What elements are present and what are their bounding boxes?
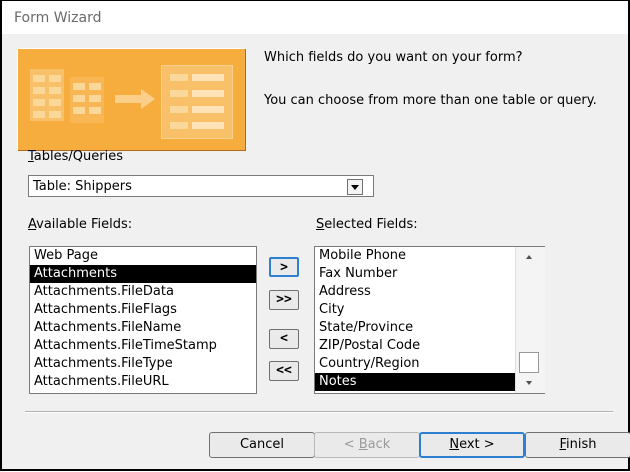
- label-rest: elected Fields:: [324, 217, 418, 232]
- remove-field-button[interactable]: <: [269, 329, 299, 349]
- list-item-selected[interactable]: Attachments: [30, 265, 256, 283]
- wizard-illustration: [17, 48, 245, 150]
- list-item[interactable]: Attachments.FileName: [30, 319, 256, 337]
- available-fields-label: Available Fields:: [28, 217, 132, 232]
- next-label: ext >: [459, 437, 495, 452]
- accesskey: N: [449, 437, 460, 452]
- label-rest: ables/Queries: [33, 149, 123, 164]
- back-button[interactable]: < Back: [314, 432, 420, 458]
- add-field-button[interactable]: >: [269, 257, 299, 277]
- list-item-selected[interactable]: Notes: [315, 373, 544, 391]
- form-wizard-window: Form Wizard Which fields do you want on …: [0, 0, 630, 471]
- finish-button[interactable]: Finish: [525, 432, 630, 458]
- form-graphic: [161, 65, 233, 139]
- scroll-down-icon[interactable]: [526, 381, 532, 385]
- available-fields-list[interactable]: Web Page Attachments Attachments.FileDat…: [29, 246, 257, 394]
- back-prefix: <: [343, 437, 359, 452]
- selected-fields-list[interactable]: Mobile Phone Fax Number Address City Sta…: [314, 246, 545, 394]
- list-item[interactable]: State/Province: [315, 319, 544, 337]
- divider: [25, 411, 613, 413]
- selected-fields-label: Selected Fields:: [316, 217, 418, 232]
- label-rest: vailable Fields:: [36, 217, 133, 232]
- cancel-button[interactable]: Cancel: [209, 432, 315, 458]
- list-item[interactable]: Web Page: [30, 247, 256, 265]
- list-item[interactable]: Fax Number: [315, 265, 544, 283]
- list-item[interactable]: Address: [315, 283, 544, 301]
- selected-fields-scrollbar[interactable]: [515, 247, 545, 393]
- list-item[interactable]: Mobile Phone: [315, 247, 544, 265]
- remove-all-fields-button[interactable]: <<: [269, 361, 299, 381]
- list-item[interactable]: Attachments.FileData: [30, 283, 256, 301]
- arrow-right-icon: [115, 89, 155, 109]
- tables-queries-label: Tables/Queries: [28, 149, 123, 164]
- accesskey: B: [358, 437, 368, 452]
- wizard-question: Which fields do you want on your form?: [264, 50, 523, 65]
- scrollbar-thumb[interactable]: [519, 352, 539, 373]
- list-item[interactable]: Attachments.FileFlags: [30, 301, 256, 319]
- table-graphic: [70, 77, 104, 123]
- list-item[interactable]: Attachments.FileTimeStamp: [30, 337, 256, 355]
- list-item[interactable]: ZIP/Postal Code: [315, 337, 544, 355]
- list-item[interactable]: Attachments.FileType: [30, 355, 256, 373]
- scroll-up-icon[interactable]: [526, 255, 532, 259]
- tables-queries-combobox[interactable]: Table: Shippers: [28, 175, 374, 197]
- add-all-fields-button[interactable]: >>: [269, 290, 299, 310]
- back-label: ack: [367, 437, 391, 452]
- table-graphic: [30, 69, 64, 121]
- list-item[interactable]: Country/Region: [315, 355, 544, 373]
- window-title: Form Wizard: [14, 10, 102, 26]
- next-button[interactable]: Next >: [419, 432, 525, 458]
- accesskey: A: [28, 217, 37, 232]
- title-bar: Form Wizard: [2, 1, 628, 34]
- finish-label: inish: [566, 437, 597, 452]
- list-item[interactable]: City: [315, 301, 544, 319]
- chevron-down-icon[interactable]: [347, 179, 363, 195]
- list-item[interactable]: Attachments.FileURL: [30, 373, 256, 391]
- combobox-value: Table: Shippers: [33, 179, 132, 194]
- wizard-body: Which fields do you want on your form? Y…: [2, 34, 630, 469]
- wizard-hint: You can choose from more than one table …: [264, 93, 597, 108]
